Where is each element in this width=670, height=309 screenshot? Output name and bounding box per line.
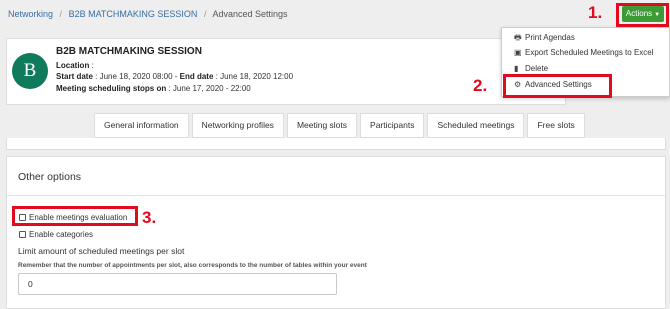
scheduling-stops-value: June 17, 2020 - 22:00 bbox=[172, 84, 251, 93]
breadcrumb-link-session[interactable]: B2B MATCHMAKING SESSION bbox=[69, 9, 198, 19]
annotation-step-3: 3. bbox=[142, 208, 157, 227]
breadcrumb-separator: / bbox=[203, 9, 207, 19]
start-date-value: June 18, 2020 08:00 bbox=[99, 72, 173, 81]
scheduling-stops-label: Meeting scheduling stops on bbox=[56, 84, 167, 93]
divider bbox=[7, 195, 665, 196]
trash-icon: ▮ bbox=[514, 64, 519, 73]
breadcrumb-current: Advanced Settings bbox=[212, 9, 288, 19]
enable-categories-label: Enable categories bbox=[29, 230, 94, 239]
tab-free-slots[interactable]: Free slots bbox=[527, 113, 585, 138]
tabs-bar: General information Networking profiles … bbox=[94, 113, 588, 138]
limit-note: Remember that the number of appointments… bbox=[18, 262, 367, 269]
limit-input[interactable]: 0 bbox=[18, 273, 337, 295]
breadcrumb-link-networking[interactable]: Networking bbox=[8, 9, 53, 19]
tab-content-strip bbox=[6, 138, 666, 150]
annotation-step-2: 2. bbox=[473, 76, 488, 95]
breadcrumb: Networking / B2B MATCHMAKING SESSION / A… bbox=[8, 9, 288, 19]
highlight-actions bbox=[616, 3, 669, 27]
highlight-advanced-settings bbox=[503, 74, 612, 98]
menu-item-label: Print Agendas bbox=[525, 33, 575, 42]
menu-item-export-excel[interactable]: ▣ Export Scheduled Meetings to Excel bbox=[514, 48, 654, 57]
highlight-enable-evaluation bbox=[12, 206, 138, 226]
menu-item-label: Delete bbox=[525, 64, 549, 73]
tab-scheduled-meetings[interactable]: Scheduled meetings bbox=[427, 113, 525, 138]
menu-item-print-agendas[interactable]: 🖶 Print Agendas bbox=[514, 32, 575, 46]
location-label: Location bbox=[56, 61, 90, 70]
tab-general-information[interactable]: General information bbox=[94, 113, 189, 138]
other-options-panel: Other options Enable meetings evaluation… bbox=[6, 156, 666, 309]
end-date-value: June 18, 2020 12:00 bbox=[220, 72, 294, 81]
file-excel-icon: ▣ bbox=[514, 48, 522, 57]
annotation-step-1: 1. bbox=[588, 3, 603, 22]
avatar: B bbox=[12, 53, 48, 89]
session-dates: Start date : June 18, 2020 08:00 - End d… bbox=[56, 72, 294, 81]
start-date-label: Start date bbox=[56, 72, 93, 81]
print-icon: 🖶 bbox=[514, 33, 522, 42]
breadcrumb-separator: / bbox=[59, 9, 63, 19]
options-title: Other options bbox=[18, 171, 82, 183]
session-location: Location : bbox=[56, 61, 94, 70]
limit-label: Limit amount of scheduled meetings per s… bbox=[18, 246, 185, 256]
menu-item-label: Export Scheduled Meetings to Excel bbox=[525, 48, 654, 57]
session-title: B2B MATCHMAKING SESSION bbox=[56, 46, 202, 57]
end-date-label: End date bbox=[179, 72, 214, 81]
tab-networking-profiles[interactable]: Networking profiles bbox=[191, 113, 284, 138]
categories-checkbox-row[interactable]: Enable categories bbox=[19, 230, 93, 239]
tab-meeting-slots[interactable]: Meeting slots bbox=[286, 113, 358, 138]
enable-categories-checkbox[interactable] bbox=[19, 231, 26, 238]
menu-item-delete[interactable]: ▮ Delete bbox=[514, 64, 548, 73]
session-scheduling-stops: Meeting scheduling stops on : June 17, 2… bbox=[56, 84, 251, 93]
tab-participants[interactable]: Participants bbox=[360, 113, 425, 138]
